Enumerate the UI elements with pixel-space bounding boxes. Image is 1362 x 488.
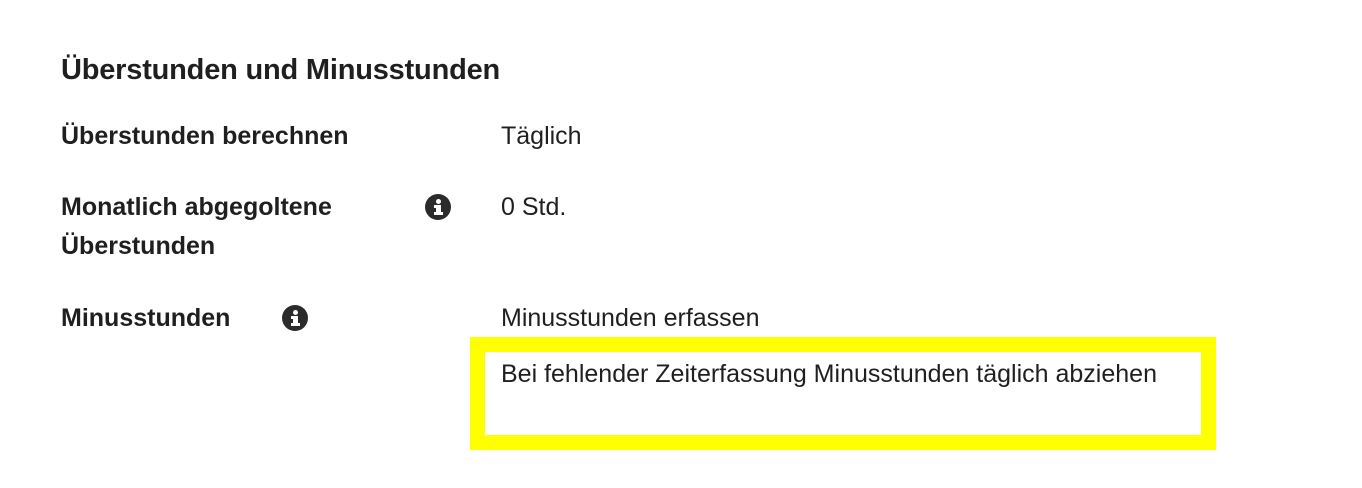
- label-monthly-compensated-overtime-line2: Überstunden: [61, 232, 216, 260]
- highlight-box: [470, 337, 1216, 450]
- label-monthly-compensated-overtime-line1: Monatlich abgegoltene: [61, 193, 332, 221]
- info-icon[interactable]: [282, 305, 308, 331]
- minus-hours-deduction-text: Bei fehlender Zeiterfassung Minusstunden…: [501, 360, 1157, 388]
- overtime-settings-section: Überstunden und Minusstunden Überstunden…: [0, 0, 1362, 488]
- value-minus-hours: Minusstunden erfassen: [501, 304, 760, 332]
- value-monthly-compensated-overtime: 0 Std.: [501, 193, 567, 221]
- label-minus-hours: Minusstunden: [61, 304, 231, 332]
- label-overtime-calculation: Überstunden berechnen: [61, 122, 349, 150]
- section-title: Überstunden und Minusstunden: [61, 54, 501, 86]
- info-icon[interactable]: [425, 194, 451, 220]
- value-overtime-calculation: Täglich: [501, 122, 582, 150]
